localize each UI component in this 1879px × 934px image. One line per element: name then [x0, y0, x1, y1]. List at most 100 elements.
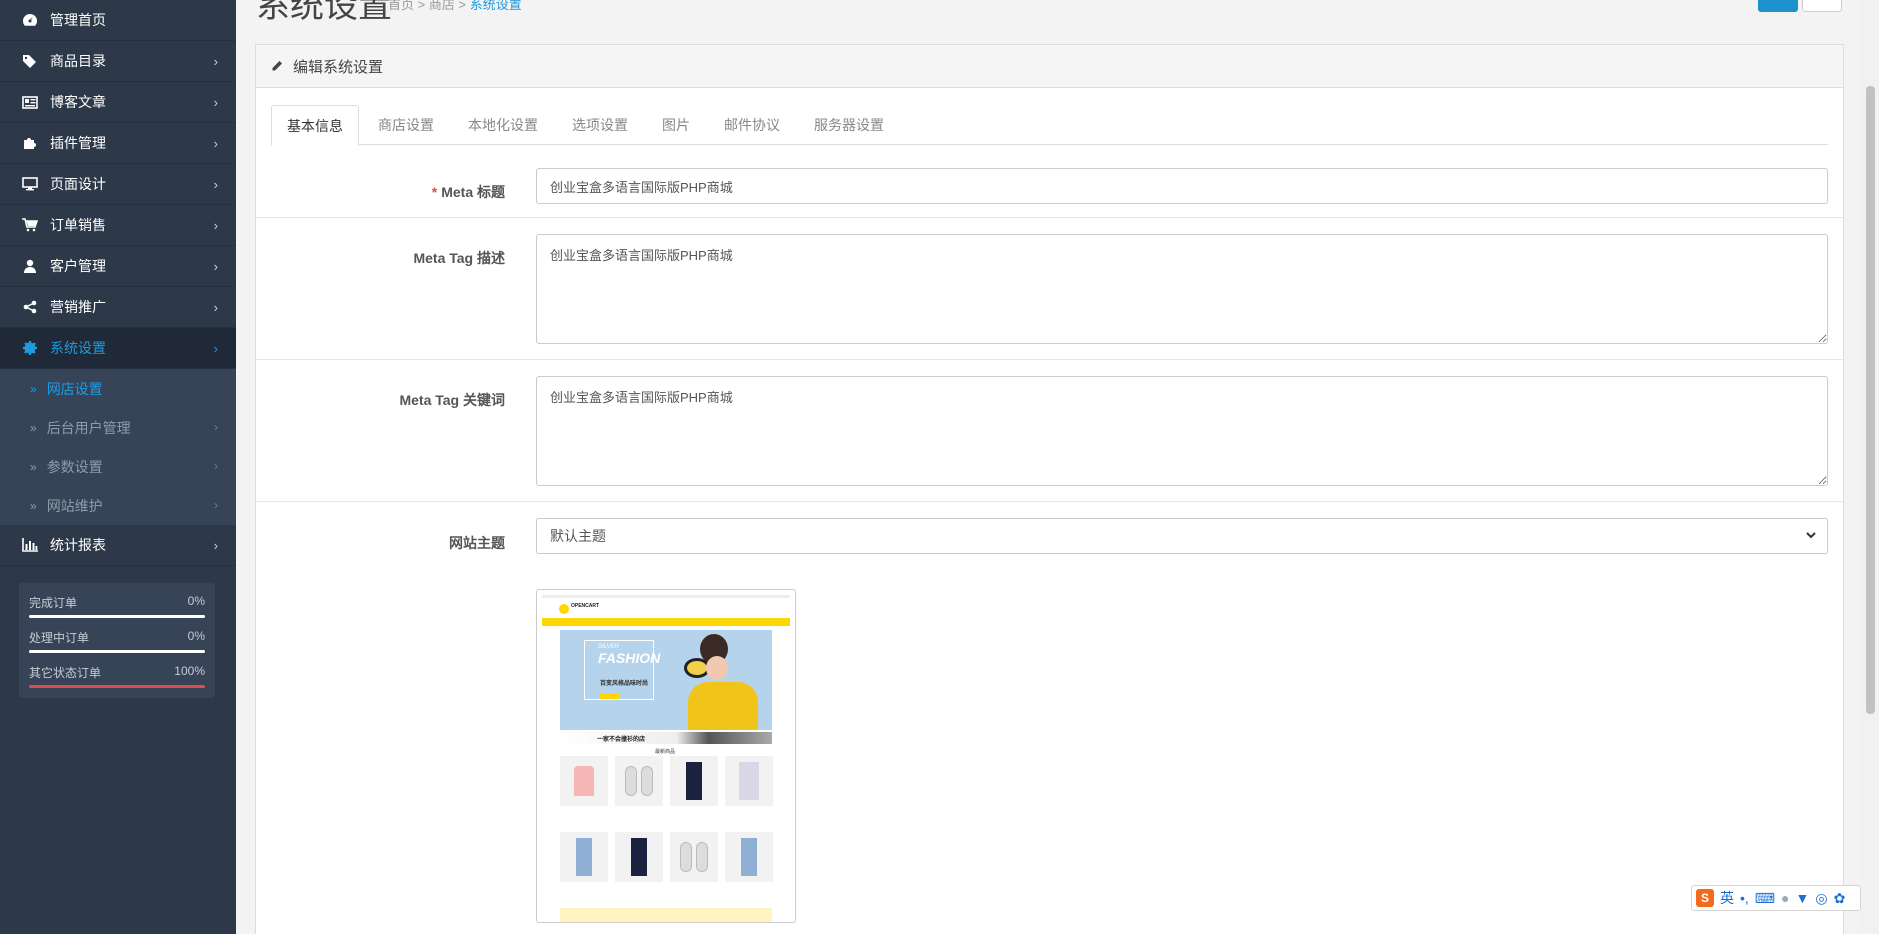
skin-icon[interactable]: ▼: [1795, 890, 1809, 906]
chevron-right-icon: ›: [214, 459, 218, 473]
ime-logo-icon[interactable]: S: [1696, 889, 1714, 907]
field-label: Meta 标题: [441, 184, 505, 200]
ime-toolbar: S 英 •, ⌨ ● ▼ ◎ ✿: [1691, 885, 1861, 911]
meta-keywords-label: Meta Tag 关键词: [399, 392, 505, 408]
tab-store[interactable]: 商店设置: [363, 105, 449, 145]
breadcrumb-store[interactable]: 商店: [429, 0, 455, 12]
breadcrumb-current[interactable]: 系统设置: [470, 0, 522, 12]
stat-label: 其它状态订单: [29, 666, 102, 680]
user-icon[interactable]: ●: [1781, 890, 1789, 906]
meta-description-label: Meta Tag 描述: [413, 250, 505, 266]
theme-select-value: 默认主题: [550, 528, 606, 544]
preview-logo-mark: [559, 604, 569, 614]
stat-complete-orders: 完成订单 0%: [29, 591, 205, 626]
double-chevron-icon: »: [30, 498, 37, 513]
sidebar-subitem-store-settings[interactable]: » 网店设置: [0, 369, 236, 408]
meta-title-label: * Meta 标题: [432, 182, 505, 202]
preview-product-captions: [560, 810, 773, 828]
toolbox-icon[interactable]: ◎: [1815, 890, 1827, 907]
required-mark: *: [431, 184, 438, 200]
tab-image[interactable]: 图片: [647, 105, 705, 145]
sidebar-subitem-admin-users[interactable]: » 后台用户管理 ›: [0, 408, 236, 447]
ime-language-toggle[interactable]: 英: [1720, 888, 1734, 908]
double-chevron-icon: »: [30, 420, 37, 435]
cart-icon: [20, 217, 40, 233]
user-icon: [20, 258, 40, 274]
stat-label: 处理中订单: [29, 631, 90, 645]
chevron-right-icon: ›: [214, 420, 218, 434]
preview-product-card: [725, 756, 773, 806]
sidebar-item-label: 统计报表: [50, 537, 106, 553]
preview-hero-button: [600, 694, 620, 699]
tab-server[interactable]: 服务器设置: [799, 105, 899, 145]
back-button[interactable]: [1802, 0, 1842, 12]
chevron-right-icon: ›: [213, 300, 218, 315]
preview-hero-title: FASHION: [598, 650, 661, 666]
form-row-meta-keywords: Meta Tag 关键词 创业宝盒多语言国际版PHP商城: [256, 360, 1843, 502]
save-button[interactable]: [1758, 0, 1798, 12]
breadcrumb-separator: >: [417, 0, 426, 12]
chevron-down-icon: [1805, 528, 1817, 545]
newspaper-icon: [20, 94, 40, 110]
sidebar-item-design[interactable]: 页面设计 ›: [0, 164, 236, 205]
settings-panel: 编辑系统设置 基本信息 商店设置 本地化设置 选项设置 图片 邮件协议 服务器设…: [255, 44, 1844, 934]
chevron-right-icon: ›: [213, 54, 218, 69]
sidebar-item-reports[interactable]: 统计报表 ›: [0, 525, 236, 566]
sidebar-item-label: 插件管理: [50, 135, 106, 151]
preview-logo-text: OPENCART: [571, 603, 600, 609]
keyboard-icon[interactable]: ⌨: [1755, 890, 1775, 907]
stat-percent: 100%: [174, 664, 205, 678]
sidebar-item-dashboard[interactable]: 管理首页: [0, 0, 236, 41]
sidebar-item-blog[interactable]: 博客文章 ›: [0, 82, 236, 123]
sidebar-item-extensions[interactable]: 插件管理 ›: [0, 123, 236, 164]
tab-general[interactable]: 基本信息: [271, 105, 359, 146]
page-scrollbar[interactable]: [1862, 0, 1879, 934]
preview-topbar: [542, 595, 790, 598]
sidebar-item-customers[interactable]: 客户管理 ›: [0, 246, 236, 287]
sidebar-subitem-label: 网站维护: [46, 497, 103, 514]
meta-keywords-textarea[interactable]: 创业宝盒多语言国际版PHP商城: [536, 376, 1828, 486]
stat-percent: 0%: [187, 594, 205, 608]
sidebar-item-system[interactable]: 系统设置 ›: [0, 328, 236, 369]
preview-section-title: 最新商品: [655, 749, 676, 755]
sidebar-item-marketing[interactable]: 营销推广 ›: [0, 287, 236, 328]
sidebar-item-catalog[interactable]: 商品目录 ›: [0, 41, 236, 82]
chevron-right-icon: ›: [213, 538, 218, 553]
meta-description-textarea[interactable]: 创业宝盒多语言国际版PHP商城: [536, 234, 1828, 344]
preview-product-card: [615, 756, 663, 806]
sidebar-subitem-label: 参数设置: [46, 458, 103, 475]
chevron-right-icon: ›: [213, 136, 218, 151]
chevron-right-icon: ›: [213, 177, 218, 192]
page-title: 系统设置: [256, 0, 392, 25]
tab-local[interactable]: 本地化设置: [453, 105, 553, 145]
panel-heading: 编辑系统设置: [256, 45, 1843, 88]
meta-title-input[interactable]: [536, 168, 1828, 204]
tab-mail[interactable]: 邮件协议: [709, 105, 795, 145]
tab-option[interactable]: 选项设置: [557, 105, 643, 145]
punctuation-icon[interactable]: •,: [1740, 890, 1749, 906]
gear-icon: [20, 340, 40, 356]
preview-model-face: [706, 656, 728, 680]
bar-chart-icon: [20, 537, 40, 553]
preview-product-card: [670, 832, 718, 882]
gear-icon[interactable]: ✿: [1834, 890, 1846, 907]
sidebar: 管理首页 商品目录 › 博客文章 › 插件管理 › 页面设计 › 订单销售 ›: [0, 0, 236, 934]
preview-product-card: [670, 756, 718, 806]
scrollbar-thumb[interactable]: [1866, 86, 1875, 714]
sidebar-item-label: 订单销售: [50, 217, 106, 233]
breadcrumb: 首页 > 商店 > 系统设置: [388, 0, 522, 13]
sidebar-item-label: 博客文章: [50, 94, 106, 110]
chevron-right-icon: ›: [213, 341, 218, 356]
sidebar-item-sales[interactable]: 订单销售 ›: [0, 205, 236, 246]
breadcrumb-home[interactable]: 首页: [388, 0, 414, 12]
preview-product-card: [560, 756, 608, 806]
sidebar-item-label: 客户管理: [50, 258, 106, 274]
theme-select[interactable]: 默认主题: [536, 518, 1828, 554]
breadcrumb-separator: >: [458, 0, 467, 12]
desktop-icon: [20, 176, 40, 192]
chevron-right-icon: ›: [213, 218, 218, 233]
sidebar-subitem-maintenance[interactable]: » 网站维护 ›: [0, 486, 236, 525]
sidebar-item-label: 系统设置: [50, 340, 106, 356]
sidebar-subitem-parameters[interactable]: » 参数设置 ›: [0, 447, 236, 486]
stat-other-orders: 其它状态订单 100%: [29, 661, 205, 696]
